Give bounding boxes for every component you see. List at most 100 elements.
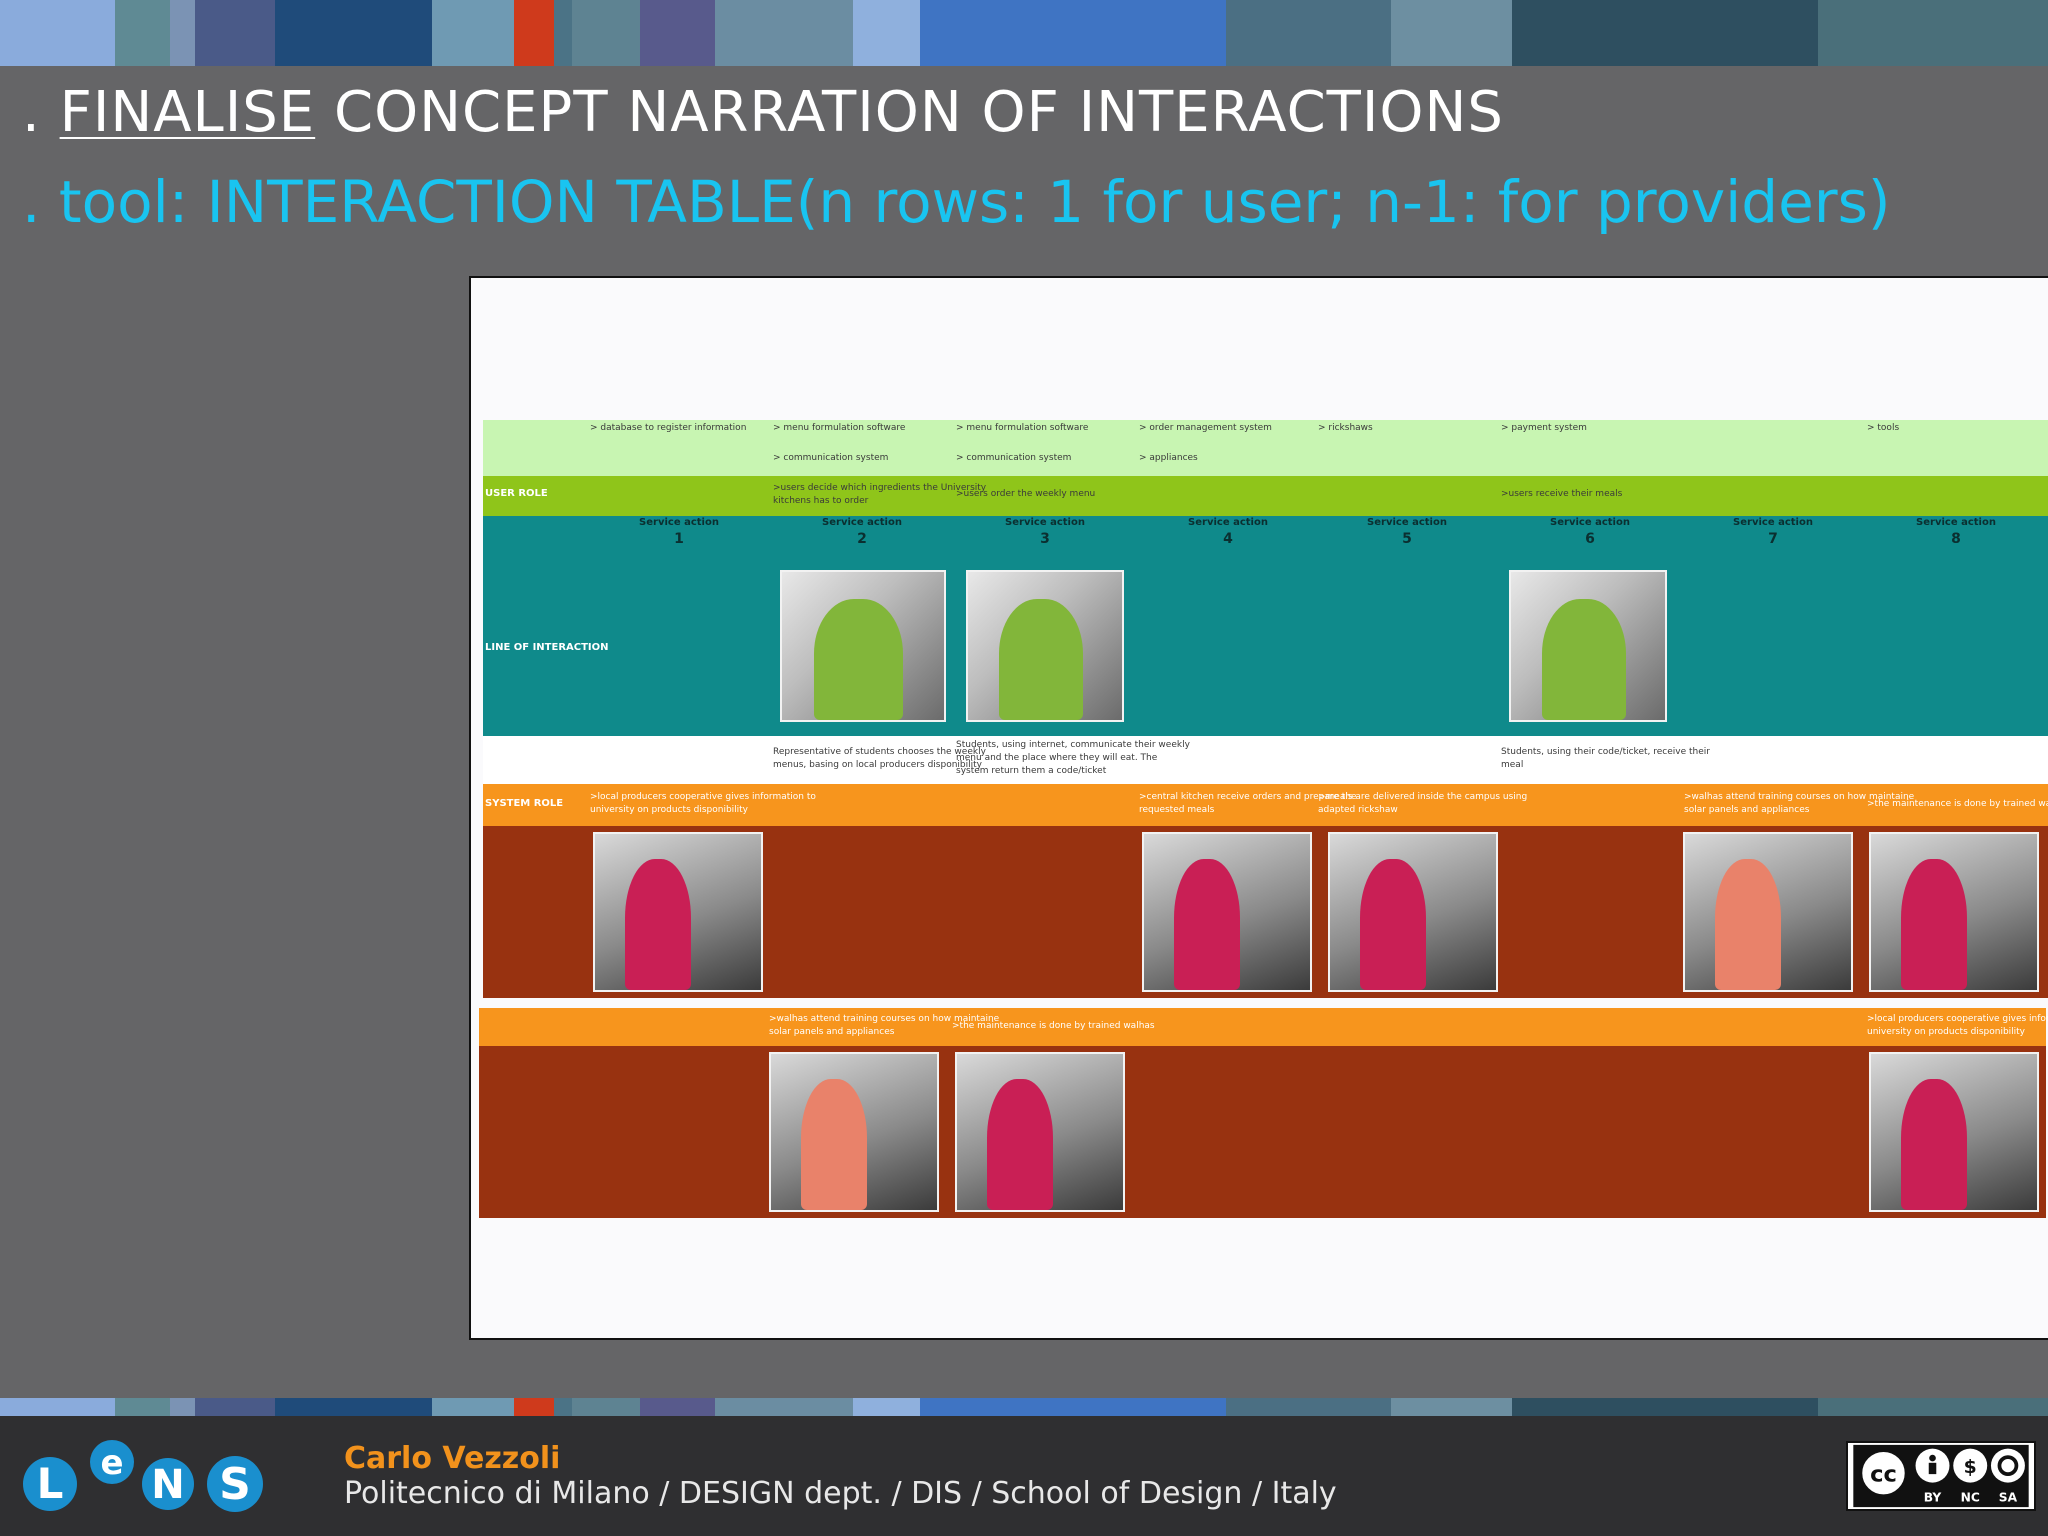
bar-block xyxy=(572,1398,640,1416)
service-action-header: Service action 1 Service action 2 Service … xyxy=(483,516,2048,564)
cc-label: SA xyxy=(1999,1490,2018,1504)
tool-text: > rickshaws xyxy=(1318,423,1373,433)
slide-subtitle: . tool: INTERACTION TABLE(n rows: 1 for … xyxy=(22,168,1891,236)
cc-icon: cc xyxy=(1870,1462,1897,1488)
slide-title: . FINALISE CONCEPT NARRATION OF INTERACT… xyxy=(22,80,1504,145)
system-role-text: >local producers cooperative gives infor… xyxy=(590,792,816,802)
tool-text: > communication system xyxy=(956,453,1072,463)
bar-block xyxy=(170,1398,195,1416)
svg-text:$: $ xyxy=(1964,1457,1977,1478)
author-affiliation: Politecnico di Milano / DESIGN dept. / D… xyxy=(344,1476,1337,1511)
bar-block xyxy=(715,0,853,66)
solar-panel-maintenance-photo xyxy=(1869,832,2039,992)
bar-block xyxy=(1818,1398,2048,1416)
solar-panel-maintenance-photo xyxy=(955,1052,1125,1212)
bar-block xyxy=(1226,0,1391,66)
bar-block xyxy=(514,1398,554,1416)
system-row-continuation: >walhas attend training courses on how m… xyxy=(479,1008,2048,1218)
system-continuation-image-row xyxy=(479,1046,2046,1218)
farmer-field-photo xyxy=(593,832,763,992)
service-action-7: Service action 7 xyxy=(1733,517,1813,547)
bar-block xyxy=(920,1398,1226,1416)
description-text: Representative of students chooses the w… xyxy=(773,747,986,757)
tool-text: > communication system xyxy=(773,453,889,463)
system-role-text: university on products disponibility xyxy=(590,805,749,815)
description-text: menus, basing on local producers disponi… xyxy=(773,760,982,770)
service-action-3: Service action 3 xyxy=(1005,517,1085,547)
central-kitchen-photo xyxy=(1142,832,1312,992)
user-role-row: USER ROLE >users decide which ingredient… xyxy=(483,476,2048,516)
bar-block xyxy=(1512,1398,1818,1416)
bar-block xyxy=(920,0,1226,66)
user-role-text: >users receive their meals xyxy=(1501,489,1623,499)
bar-block xyxy=(0,0,115,66)
training-course-photo xyxy=(1683,832,1853,992)
system-role-text: >local producers cooperative gives infor… xyxy=(1867,1014,2048,1024)
system-role-text: solar panels and appliances xyxy=(769,1027,895,1037)
student-kiosk-photo xyxy=(966,570,1124,722)
creative-commons-badge: cc $ BY NC SA xyxy=(1846,1441,2036,1511)
bar-block xyxy=(1512,0,1818,66)
bar-block xyxy=(1226,1398,1391,1416)
system-role-text: adapted rickshaw xyxy=(1318,805,1398,815)
logo-letter: e xyxy=(100,1443,123,1483)
logo-letter: S xyxy=(219,1459,251,1510)
tool-text: > order management system xyxy=(1139,423,1272,433)
line-of-interaction-row: LINE OF INTERACTION xyxy=(483,564,2048,736)
author-name: Carlo Vezzoli xyxy=(344,1441,561,1476)
description-text: system return them a code/ticket xyxy=(956,766,1107,776)
system-role-text: >the maintenance is done by trained walh… xyxy=(1867,799,2048,809)
student-computer-photo xyxy=(780,570,946,722)
tool-text: > payment system xyxy=(1501,423,1587,433)
bar-block xyxy=(115,1398,170,1416)
user-role-label: USER ROLE xyxy=(485,488,548,499)
logo-letter: N xyxy=(151,1462,184,1508)
bar-block xyxy=(640,0,715,66)
line-of-interaction-label: LINE OF INTERACTION xyxy=(485,642,609,653)
lens-logo: L e N S xyxy=(23,1440,263,1512)
bottom-color-bar xyxy=(0,1398,2048,1416)
tool-text: > database to register information xyxy=(590,423,747,433)
user-role-text: >users decide which ingredients the Univ… xyxy=(773,483,987,493)
tool-text: > tools xyxy=(1867,423,1900,433)
tool-text: > appliances xyxy=(1139,453,1198,463)
description-text: Students, using internet, communicate th… xyxy=(956,740,1190,750)
top-color-bar xyxy=(0,0,2048,66)
interaction-table: > database to register information > men… xyxy=(483,420,2048,998)
bar-block xyxy=(853,0,920,66)
bar-block xyxy=(170,0,195,66)
sa-icon xyxy=(1990,1448,2025,1483)
bar-block xyxy=(195,0,275,66)
title-underlined: FINALISE xyxy=(59,80,316,145)
service-action-6: Service action 6 xyxy=(1550,517,1630,547)
service-action-4: Service action 4 xyxy=(1188,517,1268,547)
training-course-photo xyxy=(769,1052,939,1212)
service-action-2: Service action 2 xyxy=(822,517,902,547)
title-rest: CONCEPT NARRATION OF INTERACTIONS xyxy=(315,80,1504,145)
bar-block xyxy=(195,1398,275,1416)
service-action-8: Service action 8 xyxy=(1916,517,1996,547)
bar-block xyxy=(1391,1398,1512,1416)
service-action-1: Service action 1 xyxy=(639,517,719,547)
bar-block xyxy=(554,1398,572,1416)
bar-block xyxy=(0,1398,115,1416)
bar-block xyxy=(853,1398,920,1416)
system-role-label: SYSTEM ROLE xyxy=(485,798,564,809)
bar-block xyxy=(275,0,432,66)
bar-block xyxy=(432,1398,514,1416)
cc-label: BY xyxy=(1924,1490,1942,1504)
system-role-row: SYSTEM ROLE >local producers cooperative… xyxy=(483,784,2048,826)
rickshaw-delivery-photo xyxy=(1328,832,1498,992)
bar-block xyxy=(514,0,554,66)
bar-block xyxy=(1818,0,2048,66)
bar-block xyxy=(1391,0,1512,66)
user-role-text: kitchens has to order xyxy=(773,496,869,506)
system-role-text: requested meals xyxy=(1139,805,1215,815)
bar-block xyxy=(572,0,640,66)
bar-block xyxy=(275,1398,432,1416)
system-role-text: university on products disponibility xyxy=(1867,1027,2026,1037)
tool-text: > menu formulation software xyxy=(956,423,1089,433)
tools-row: > database to register information > men… xyxy=(483,420,2048,476)
system-images-row xyxy=(483,826,2048,998)
description-row: Representative of students chooses the w… xyxy=(483,736,2048,784)
